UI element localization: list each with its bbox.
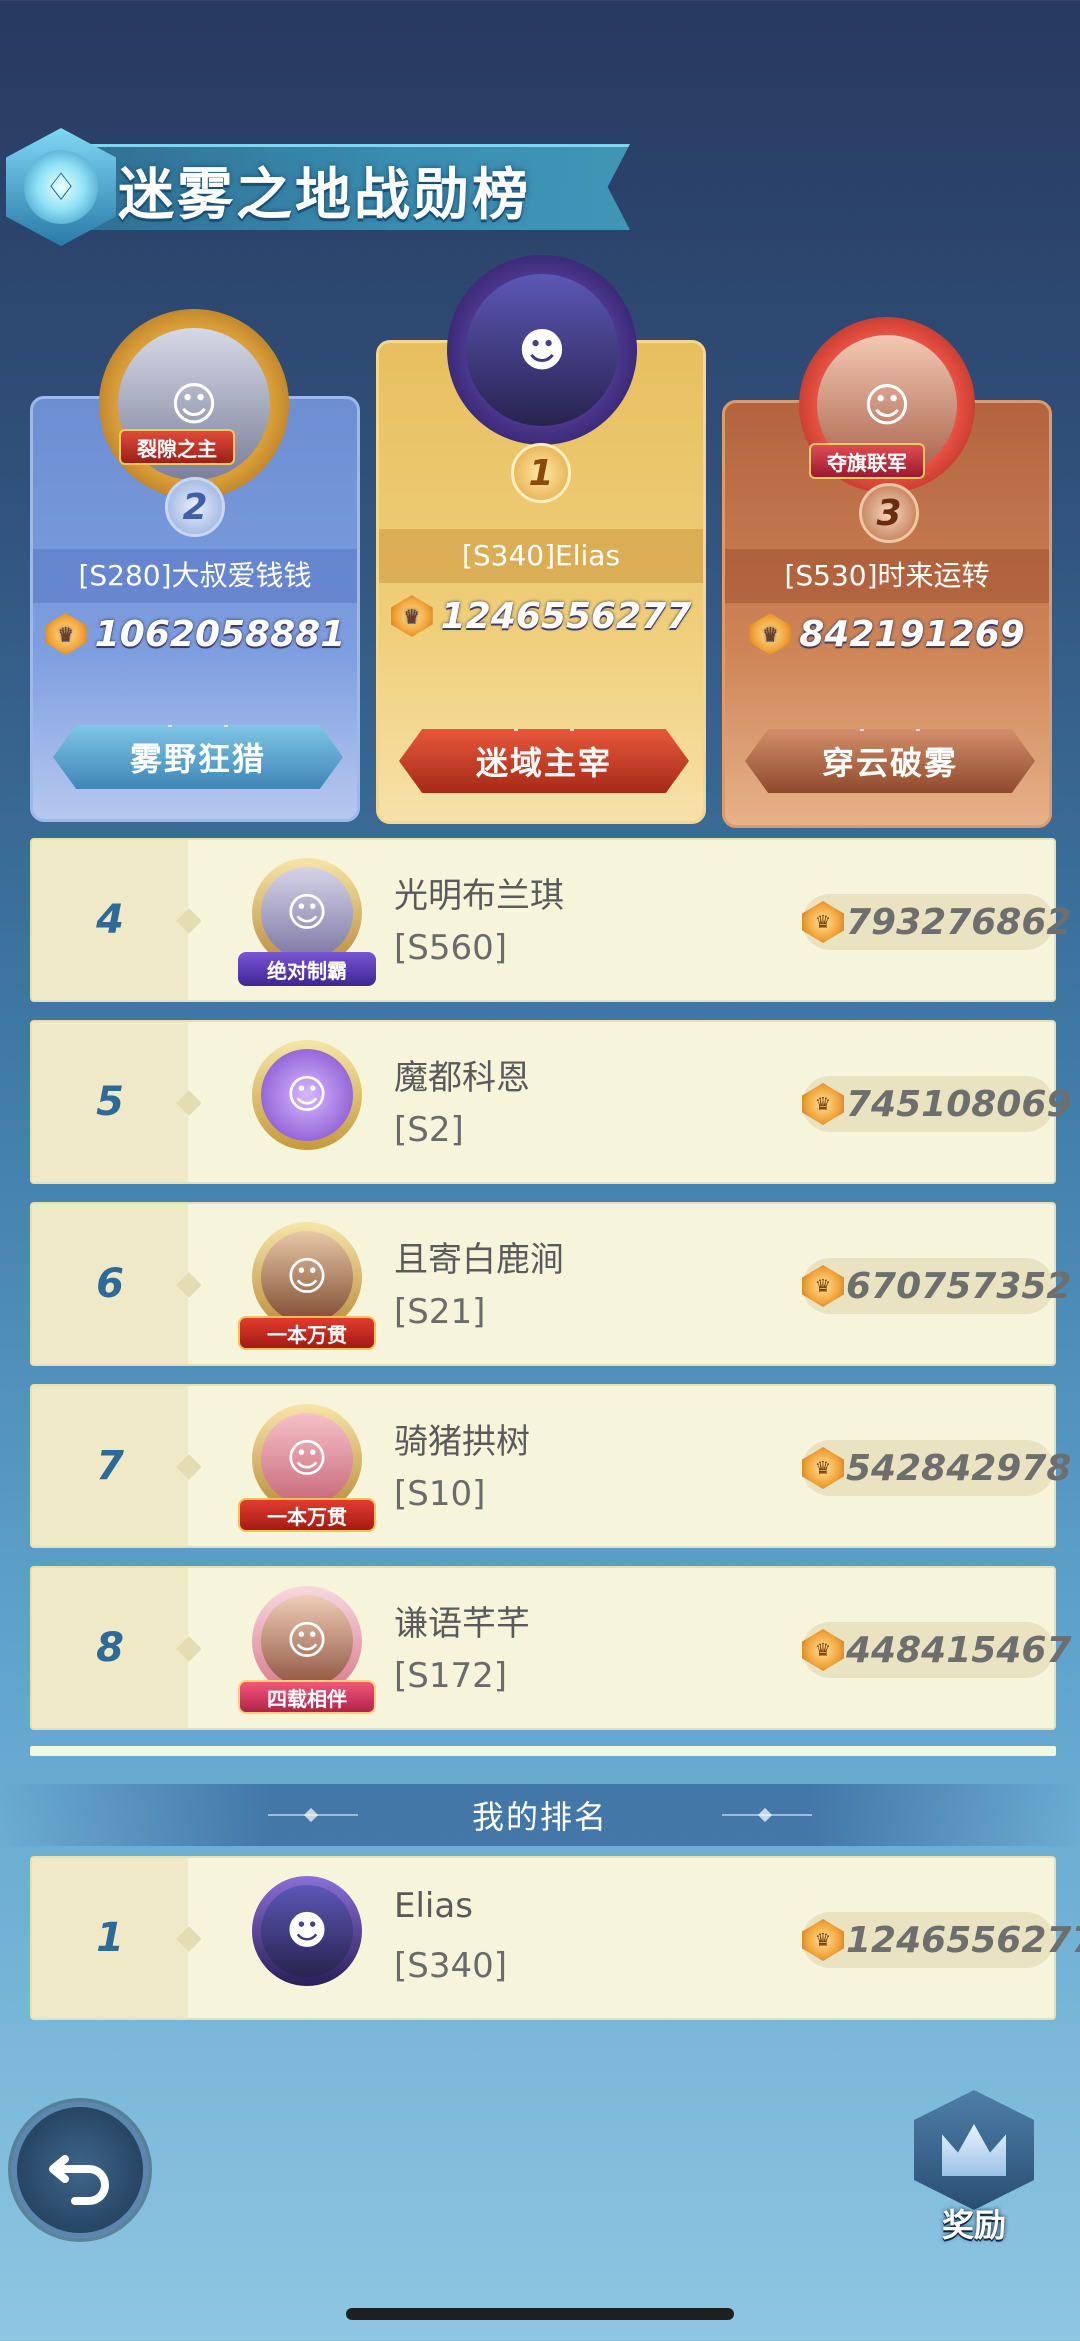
rank-medal: 3 (859, 483, 919, 543)
leaderboard-title-banner: ♢ 迷雾之地战勋榜 (0, 128, 640, 246)
avatar: ☻ (447, 255, 637, 445)
page-title: 迷雾之地战勋榜 (118, 163, 531, 228)
avatar: ☺ 绝对制霸 (238, 854, 376, 992)
frame-badge: 四载相伴 (238, 1680, 376, 1714)
frame-badge: 一本万贯 (238, 1316, 376, 1350)
player-name: 骑猪拱树 (394, 1422, 530, 1462)
rank-number: 1 (32, 1858, 188, 2018)
list-item[interactable]: 8 ☺ 四载相伴 谦语芊芊 [S172] ♛ 448415467 (30, 1566, 1071, 1730)
score: ♛ 448415467 (802, 1622, 1071, 1678)
player-name: Elias (394, 1886, 473, 1926)
avatar: ☺ 一本万贯 (238, 1400, 376, 1538)
player-name: 且寄白鹿涧 (394, 1240, 564, 1280)
list-item-partial (30, 1746, 1056, 1756)
battle-medal-icon: ♛ (802, 1265, 844, 1307)
player-name: 光明布兰琪 (394, 876, 564, 916)
battle-medal-icon: ♛ (802, 1919, 844, 1961)
battle-medal-icon: ♛ (749, 613, 792, 655)
list-item[interactable]: 7 ☺ 一本万贯 骑猪拱树 [S10] ♛ 542842978 (30, 1384, 1071, 1548)
rank-medal: 1 (511, 443, 571, 503)
server-id: [S2] (394, 1110, 464, 1150)
podium-score: ♛ 842191269 (725, 613, 1049, 655)
my-rank-label: 我的排名 (471, 1798, 608, 1836)
avatar: ☺ (99, 309, 289, 499)
podium-player-name: [S530]时来运转 (725, 549, 1049, 603)
score: ♛ 542842978 (802, 1440, 1071, 1496)
battle-medal-icon: ♛ (802, 1447, 844, 1489)
crown-icon (914, 2090, 1034, 2210)
rank-medal: 2 (165, 477, 225, 537)
battle-medal-icon: ♛ (802, 1629, 844, 1671)
podium-player-name: [S340]Elias (379, 529, 703, 583)
frame-badge: 一本万贯 (238, 1498, 376, 1532)
list-item[interactable]: 5 ☺ 魔都科恩 [S2] ♛ 745108069 (30, 1020, 1071, 1184)
player-name: 魔都科恩 (394, 1058, 530, 1098)
score: ♛ 1246556277 (802, 1912, 1080, 1968)
avatar: ☻ (238, 1872, 376, 2010)
score: ♛ 670757352 (802, 1258, 1071, 1314)
battle-medal-icon: ♛ (802, 901, 844, 943)
battle-medal-icon: ♛ (390, 595, 433, 637)
rank-number: 4 (32, 840, 188, 1000)
reward-button[interactable]: 奖励 (914, 2090, 1034, 2244)
podium-card-rank-1[interactable]: ☻ 1 [S340]Elias ♛ 1246556277 迷域主宰 (376, 255, 706, 824)
rank-number: 5 (32, 1022, 188, 1182)
score: ♛ 745108069 (802, 1076, 1071, 1132)
list-item[interactable]: 4 ☺ 绝对制霸 光明布兰琪 [S560] ♛ 793276862 (30, 838, 1071, 1002)
title-plate: 穿云破雾 (745, 729, 1035, 793)
my-rank-header: 我的排名 (0, 1784, 1080, 1846)
battle-medal-icon: ♛ (44, 613, 87, 655)
rank-number: 8 (32, 1568, 188, 1728)
avatar: ☺ (238, 1036, 376, 1174)
back-arrow-icon (49, 2155, 109, 2205)
server-id: [S340] (394, 1946, 508, 1986)
podium-score: ♛ 1246556277 (379, 595, 703, 637)
title-plate: 雾野狂猎 (53, 725, 343, 789)
podium-score: ♛ 1062058881 (33, 613, 357, 655)
rank-number: 6 (32, 1204, 188, 1364)
frame-badge: 裂隙之主 (119, 429, 235, 465)
my-rank-row[interactable]: 1 ☻ Elias [S340] ♛ 1246556277 (30, 1856, 1080, 2020)
podium-player-name: [S280]大叔爱钱钱 (33, 549, 357, 603)
score: ♛ 793276862 (802, 894, 1071, 950)
title-plate: 迷域主宰 (399, 729, 689, 793)
server-id: [S172] (394, 1656, 508, 1696)
server-id: [S21] (394, 1292, 486, 1332)
back-button[interactable] (12, 2102, 148, 2238)
frame-badge: 绝对制霸 (238, 952, 376, 986)
server-id: [S560] (394, 928, 508, 968)
rank-number: 7 (32, 1386, 188, 1546)
podium-card-rank-2[interactable]: ☺ 裂隙之主 2 [S280]大叔爱钱钱 ♛ 1062058881 雾野狂猎 (30, 309, 360, 822)
avatar: ☺ 一本万贯 (238, 1218, 376, 1356)
reward-label: 奖励 (941, 2206, 1006, 2244)
avatar: ☺ 四载相伴 (238, 1582, 376, 1720)
player-name: 谦语芊芊 (394, 1604, 530, 1644)
frame-badge: 夺旗联军 (809, 443, 925, 479)
home-indicator[interactable] (346, 2308, 734, 2320)
list-item[interactable]: 6 ☺ 一本万贯 且寄白鹿涧 [S21] ♛ 670757352 (30, 1202, 1071, 1366)
podium-card-rank-3[interactable]: ☺ 夺旗联军 3 [S530]时来运转 ♛ 842191269 穿云破雾 (722, 317, 1052, 828)
battle-medal-icon: ♛ (802, 1083, 844, 1125)
server-id: [S10] (394, 1474, 486, 1514)
